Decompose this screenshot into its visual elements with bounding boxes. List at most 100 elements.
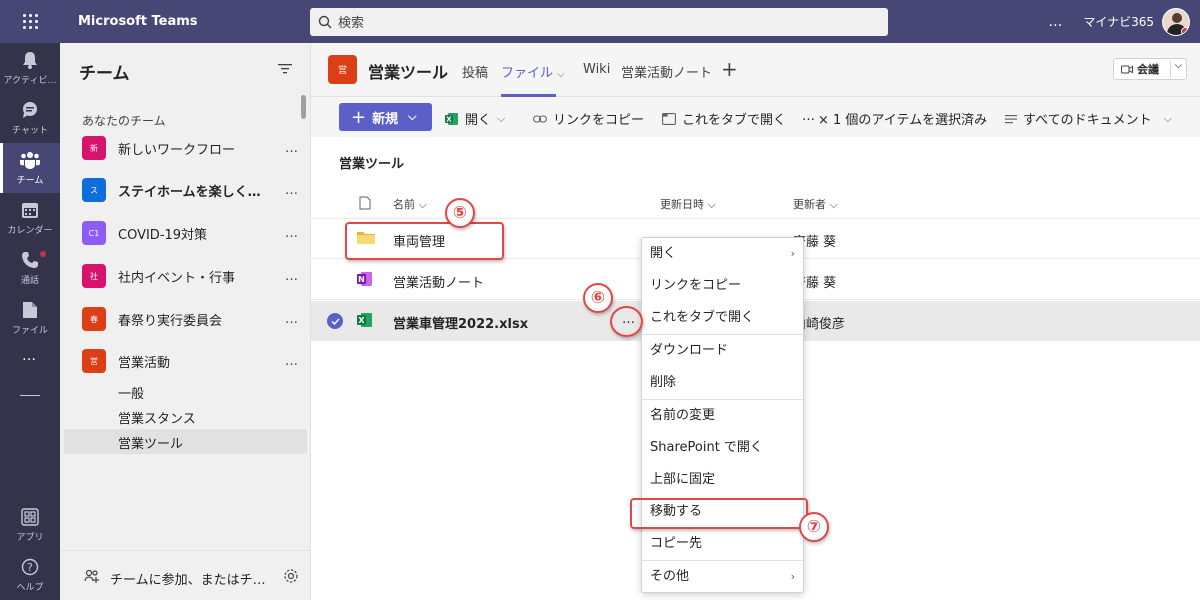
- menu-item-download[interactable]: ダウンロード: [642, 335, 803, 367]
- menu-item-delete[interactable]: 削除: [642, 367, 803, 399]
- new-button[interactable]: + 新規 ⌵: [339, 103, 432, 131]
- app-rail: アクティビ… チャット チーム カレンダー 通話 ファイル … アプリ ? ヘル…: [0, 43, 60, 600]
- join-team-icon: [84, 569, 100, 587]
- menu-item-copy-link[interactable]: リンクをコピー: [642, 270, 803, 302]
- add-tab-button[interactable]: +: [721, 57, 738, 81]
- file-icon: [20, 300, 40, 320]
- team-more-button[interactable]: …: [277, 183, 307, 198]
- avatar[interactable]: [1162, 7, 1190, 36]
- team-item[interactable]: 営 営業活動 …: [64, 341, 307, 381]
- menu-item-open-in-sharepoint[interactable]: SharePoint で開く: [642, 432, 803, 464]
- join-team-bar: チームに参加、またはチ…: [60, 550, 311, 600]
- channel-header: 営 営業ツール 投稿 ファイル ⌵ Wiki 営業活動ノート + 会議 ⌵: [311, 43, 1200, 97]
- menu-item-open[interactable]: 開く ›: [642, 238, 803, 270]
- panel-title: チーム: [79, 64, 130, 84]
- file-type-column-icon[interactable]: [359, 196, 371, 213]
- channel-avatar: 営: [328, 55, 357, 84]
- team-item[interactable]: 春 春祭り実行委員会 …: [64, 299, 307, 339]
- teams-icon: [20, 150, 40, 170]
- rail-item-calendar[interactable]: カレンダー: [0, 193, 60, 243]
- tab-notebook[interactable]: 営業活動ノート: [621, 62, 712, 81]
- team-more-button[interactable]: …: [277, 312, 307, 327]
- team-avatar: 社: [82, 264, 106, 288]
- rail-divider: [20, 395, 40, 396]
- team-avatar: 春: [82, 307, 106, 331]
- channel-item[interactable]: 営業スタンス: [118, 408, 196, 427]
- menu-item-copy-to[interactable]: コピー先: [642, 528, 803, 560]
- org-name[interactable]: マイナビ365: [1083, 13, 1154, 30]
- chevron-down-icon[interactable]: ⌵: [1175, 61, 1182, 71]
- rail-item-apps[interactable]: アプリ: [0, 500, 60, 550]
- search-input[interactable]: 検索: [310, 7, 888, 36]
- phone-icon: [20, 250, 40, 270]
- menu-item-open-as-tab[interactable]: これをタブで開く: [642, 302, 803, 334]
- column-header-name[interactable]: 名前 ⌵: [393, 196, 427, 212]
- column-header-modified-by[interactable]: 更新者 ⌵: [793, 196, 838, 212]
- calendar-icon: [20, 200, 40, 220]
- join-team-link[interactable]: チームに参加、またはチ…: [110, 569, 266, 588]
- rail-item-files[interactable]: ファイル: [0, 293, 60, 343]
- svg-text:X: X: [358, 316, 365, 325]
- teams-panel: チーム あなたのチーム 新 新しいワークフロー … ス ステイホームを楽しく… …: [60, 43, 311, 600]
- settings-more-button[interactable]: …: [1048, 14, 1063, 30]
- menu-item-pin-to-top[interactable]: 上部に固定: [642, 464, 803, 496]
- file-name[interactable]: 営業活動ノート: [393, 272, 484, 291]
- rail-item-chat[interactable]: チャット: [0, 93, 60, 143]
- search-icon: [318, 15, 332, 28]
- copy-link-button[interactable]: リンクをコピー: [533, 109, 644, 128]
- active-channel-highlight: [64, 429, 307, 454]
- open-as-tab-button[interactable]: これをタブで開く: [662, 109, 786, 128]
- rail-item-teams[interactable]: チーム: [0, 143, 60, 193]
- team-item[interactable]: 社 社内イベント・行事 …: [64, 256, 307, 296]
- rail-item-activity[interactable]: アクティビ…: [0, 43, 60, 93]
- chat-icon: [20, 100, 40, 120]
- tab-posts[interactable]: 投稿: [462, 62, 488, 81]
- team-more-button[interactable]: …: [277, 141, 307, 156]
- meet-button[interactable]: 会議 ⌵: [1113, 58, 1187, 80]
- app-launcher-button[interactable]: [0, 0, 60, 43]
- search-placeholder: 検索: [338, 16, 365, 31]
- chevron-down-icon: ⌵: [557, 69, 565, 80]
- team-more-button[interactable]: …: [277, 269, 307, 284]
- team-item[interactable]: ス ステイホームを楽しく… …: [64, 170, 307, 210]
- step-marker-7: ⑦: [799, 512, 829, 542]
- team-more-button[interactable]: …: [277, 354, 307, 369]
- chevron-right-icon: ›: [790, 570, 795, 583]
- team-item[interactable]: C1 COVID-19対策 …: [64, 213, 307, 253]
- highlight-box: [630, 498, 808, 529]
- channel-item-active[interactable]: 営業ツール: [118, 433, 183, 452]
- filter-icon[interactable]: [278, 63, 292, 79]
- checkmark-icon[interactable]: [327, 313, 343, 329]
- svg-text:N: N: [358, 275, 365, 284]
- tab-wiki[interactable]: Wiki: [583, 62, 610, 77]
- team-name: 営業活動: [118, 355, 171, 371]
- column-header-modified[interactable]: 更新日時 ⌵: [660, 196, 716, 212]
- team-avatar: 新: [82, 136, 106, 160]
- channel-item[interactable]: 一般: [118, 383, 144, 402]
- chevron-right-icon: ›: [790, 247, 795, 260]
- menu-item-rename[interactable]: 名前の変更: [642, 400, 803, 432]
- link-icon: [533, 114, 547, 123]
- team-name: 新しいワークフロー: [118, 142, 236, 158]
- open-button[interactable]: X 開く ⌵: [445, 109, 505, 128]
- app-title: Microsoft Teams: [78, 14, 198, 29]
- top-bar: Microsoft Teams 検索 … マイナビ365: [0, 0, 1200, 43]
- gear-icon[interactable]: [283, 568, 299, 588]
- step-marker-5: ⑤: [445, 198, 475, 228]
- tab-files[interactable]: ファイル ⌵: [501, 62, 565, 81]
- rail-item-help[interactable]: ? ヘルプ: [0, 550, 60, 600]
- highlight-box: [345, 222, 504, 260]
- toolbar-more-button[interactable]: …: [802, 109, 815, 124]
- view-selector[interactable]: すべてのドキュメント ⌵: [1005, 109, 1172, 128]
- file-name[interactable]: 営業車管理2022.xlsx: [393, 313, 528, 332]
- excel-icon: X: [445, 112, 458, 125]
- team-more-button[interactable]: …: [277, 226, 307, 241]
- rail-item-calls[interactable]: 通話: [0, 243, 60, 293]
- bell-icon: [20, 50, 40, 70]
- rail-more-apps-button[interactable]: …: [0, 348, 60, 364]
- help-icon: ?: [20, 557, 40, 577]
- team-item[interactable]: 新 新しいワークフロー …: [64, 128, 307, 168]
- team-name: 春祭り実行委員会: [118, 313, 223, 329]
- scrollbar[interactable]: [301, 95, 306, 119]
- clear-selection-button[interactable]: × 1 個のアイテムを選択済み: [818, 109, 987, 128]
